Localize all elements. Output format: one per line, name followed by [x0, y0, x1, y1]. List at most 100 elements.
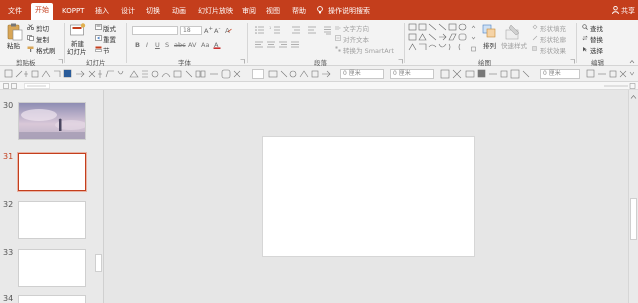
tab-animations[interactable]: 动画: [168, 4, 190, 20]
tab-review[interactable]: 审阅: [238, 4, 260, 20]
spacing-button[interactable]: AV: [188, 41, 196, 49]
slide-number: 33: [3, 248, 14, 257]
format-tools-icon-3[interactable]: [268, 69, 334, 79]
grow-font-button[interactable]: A+: [204, 26, 213, 35]
paste-label[interactable]: 粘贴: [7, 40, 20, 50]
quick-styles-icon[interactable]: [505, 24, 521, 40]
format-tools-icon-4[interactable]: [440, 69, 530, 79]
shape-height-input[interactable]: 0 厘米: [340, 69, 384, 79]
dialog-launcher-icon[interactable]: [240, 58, 245, 64]
cut-button[interactable]: 剪切: [36, 23, 49, 33]
format-tools-icon[interactable]: [4, 69, 124, 79]
select-button[interactable]: 选择: [590, 45, 603, 55]
section-button[interactable]: 节: [103, 45, 110, 55]
tab-home[interactable]: 开始: [31, 3, 53, 20]
scroll-up-icon[interactable]: [630, 94, 637, 100]
slide-thumbnail[interactable]: [18, 249, 86, 287]
qat-small-combo[interactable]: [252, 69, 264, 79]
strikethrough-button[interactable]: abc: [174, 41, 186, 49]
lightbulb-icon: [317, 6, 323, 14]
clear-format-icon[interactable]: A: [225, 26, 232, 35]
collapse-ribbon-icon[interactable]: [629, 58, 635, 64]
shapes-gallery[interactable]: [408, 23, 470, 55]
slide-number: 30: [3, 101, 14, 110]
slide-thumbnail-selected[interactable]: [18, 153, 86, 191]
new-slide-label2[interactable]: 幻灯片: [67, 46, 87, 56]
view-strip: [0, 82, 638, 90]
canvas-scrollbar[interactable]: [628, 90, 638, 303]
shadow-button[interactable]: S: [165, 41, 169, 49]
format-toolbar: 0 厘米 0 厘米 0 厘米: [0, 66, 638, 82]
copy-button[interactable]: 复制: [36, 34, 49, 44]
tab-design[interactable]: 设计: [117, 4, 139, 20]
arrange-icon[interactable]: [482, 24, 496, 40]
tab-insert[interactable]: 插入: [91, 4, 113, 20]
tab-koppt[interactable]: KOPPT: [58, 4, 88, 20]
copy-icon: [27, 35, 34, 41]
slide-thumbnail[interactable]: [18, 295, 86, 303]
font-name-combo[interactable]: [132, 26, 178, 35]
layout-button[interactable]: 版式: [103, 23, 116, 33]
replace-button[interactable]: 替换: [590, 34, 603, 44]
slide-photo-image: [19, 103, 85, 139]
find-button[interactable]: 查找: [590, 23, 603, 33]
tab-transitions[interactable]: 切换: [142, 4, 164, 20]
fit-view-icon[interactable]: [602, 83, 636, 89]
arrange-button[interactable]: 排列: [483, 40, 496, 50]
dialog-launcher-icon[interactable]: [398, 58, 403, 64]
layout-icon: [95, 24, 102, 30]
tab-file[interactable]: 文件: [4, 4, 26, 20]
ribbon-tab-bar: 文件 开始 KOPPT 插入 设计 切换 动画 幻灯片放映 审阅 视图 帮助 操…: [0, 0, 638, 20]
slide-thumbnail[interactable]: [18, 102, 86, 140]
ribbon-home: 粘贴 剪切 复制 格式刷 剪贴板 新建 幻灯片 版式 重置 节 幻灯片 18 A…: [0, 20, 638, 67]
change-case-button[interactable]: Aa: [201, 41, 209, 49]
bold-button[interactable]: B: [135, 41, 140, 49]
scrollbar-thumb[interactable]: [630, 198, 637, 240]
dialog-launcher-icon[interactable]: [58, 58, 63, 64]
shape-fill-icon: [532, 24, 538, 30]
convert-smartart-button[interactable]: 转换为 SmartArt: [343, 45, 394, 55]
text-direction-icon: [335, 25, 341, 31]
new-slide-icon[interactable]: [70, 23, 86, 37]
section-icon: [95, 46, 102, 52]
shape-outline-button[interactable]: 形状轮廓: [540, 34, 566, 44]
font-size-combo[interactable]: 18: [180, 26, 202, 35]
shape-width-input[interactable]: 0 厘米: [390, 69, 434, 79]
align-buttons-icon[interactable]: [254, 40, 304, 50]
shapes-scroll-icon[interactable]: [471, 23, 476, 55]
slide-thumbnail[interactable]: [18, 201, 86, 239]
outline-view-icon[interactable]: [3, 83, 23, 89]
format-painter-button[interactable]: 格式刷: [36, 45, 56, 55]
format-tools-icon-5[interactable]: [586, 69, 635, 79]
italic-button[interactable]: I: [146, 41, 148, 49]
shape-fill-button[interactable]: 形状填充: [540, 23, 566, 33]
tab-slideshow[interactable]: 幻灯片放映: [194, 4, 237, 20]
select-icon: [582, 46, 588, 52]
current-slide-canvas[interactable]: [262, 136, 475, 257]
slide-thumbnail-panel: 30 31 32 33 34: [0, 90, 104, 303]
scrollbar-thumb[interactable]: [95, 254, 102, 272]
tell-me-search[interactable]: 操作说明搜索: [324, 4, 374, 20]
paste-icon[interactable]: [7, 23, 23, 41]
reset-button[interactable]: 重置: [103, 34, 116, 44]
format-tools-icon-2[interactable]: [128, 69, 246, 79]
tab-view[interactable]: 视图: [262, 4, 284, 20]
shape-outline-icon: [532, 35, 538, 41]
shape-effects-button[interactable]: 形状效果: [540, 45, 566, 55]
shape-rotation-input[interactable]: 0 厘米: [540, 69, 580, 79]
dialog-launcher-icon[interactable]: [570, 58, 575, 64]
slide-tab-indicator[interactable]: [24, 83, 50, 89]
share-button[interactable]: 共享: [617, 4, 638, 20]
align-text-icon: [335, 35, 341, 41]
quick-styles-button[interactable]: 快速样式: [501, 40, 527, 50]
align-text-button[interactable]: 对齐文本: [343, 34, 369, 44]
shrink-font-button[interactable]: A-: [214, 26, 220, 35]
slide-number: 34: [3, 294, 14, 303]
thumbnail-scrollbar[interactable]: [94, 96, 104, 303]
font-color-icon[interactable]: A: [213, 41, 221, 49]
list-buttons-icon[interactable]: 1: [254, 25, 332, 35]
tab-help[interactable]: 帮助: [288, 4, 310, 20]
text-direction-button[interactable]: 文字方向: [343, 23, 369, 33]
underline-button[interactable]: U: [155, 41, 160, 49]
reset-icon: [95, 35, 102, 41]
